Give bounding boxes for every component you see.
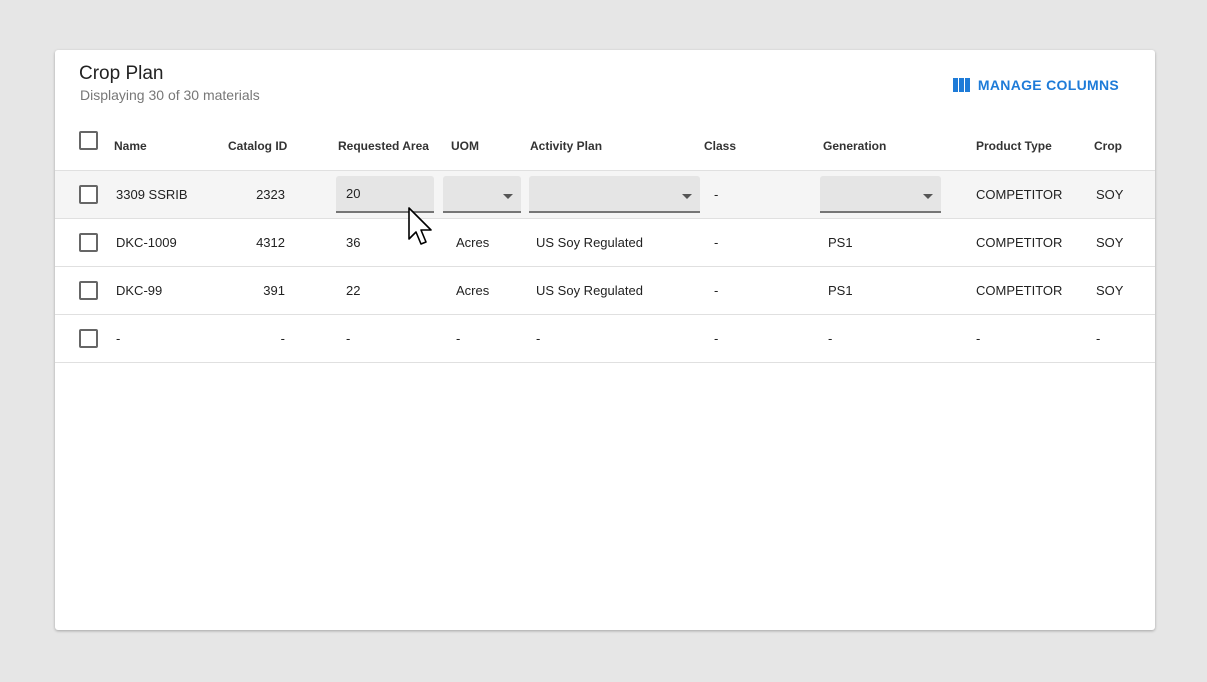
column-header-requested-area[interactable]: Requested Area xyxy=(338,122,429,170)
cell-name: 3309 SSRIB xyxy=(116,187,188,202)
cell-catalog-id: 4312 xyxy=(256,235,285,250)
view-column-icon xyxy=(952,78,970,92)
row-checkbox[interactable] xyxy=(79,281,98,300)
row-checkbox[interactable] xyxy=(79,329,98,348)
generation-select[interactable] xyxy=(820,176,941,213)
cell-crop: - xyxy=(1096,331,1101,346)
cell-name: - xyxy=(116,331,121,346)
table-row[interactable]: 3309 SSRIB 2323 20 - COMPETITOR SOY xyxy=(55,171,1155,219)
column-header-product-type[interactable]: Product Type xyxy=(976,122,1052,170)
column-header-activity-plan[interactable]: Activity Plan xyxy=(530,122,602,170)
arrow-drop-down-icon xyxy=(923,194,933,199)
arrow-drop-down-icon xyxy=(503,194,513,199)
table-row[interactable]: DKC-99 391 22 Acres US Soy Regulated - P… xyxy=(55,267,1155,315)
manage-columns-label: MANAGE COLUMNS xyxy=(977,77,1119,93)
cell-uom: Acres xyxy=(456,283,490,298)
cell-generation: PS1 xyxy=(828,283,853,298)
column-header-generation[interactable]: Generation xyxy=(823,122,886,170)
cell-class: - xyxy=(714,331,719,346)
uom-select[interactable] xyxy=(443,176,521,213)
mouse-pointer-icon xyxy=(408,207,432,245)
cell-product-type: COMPETITOR xyxy=(976,235,1063,250)
row-checkbox[interactable] xyxy=(79,233,98,252)
page-title: Crop Plan xyxy=(79,63,164,84)
cell-product-type: COMPETITOR xyxy=(976,283,1063,298)
cell-requested-area: - xyxy=(346,331,351,346)
cell-name: DKC-1009 xyxy=(116,235,177,250)
cell-product-type: COMPETITOR xyxy=(976,187,1063,202)
cell-activity-plan: - xyxy=(536,331,541,346)
cell-generation: PS1 xyxy=(828,235,853,250)
select-all-checkbox[interactable] xyxy=(79,131,98,150)
column-header-uom[interactable]: UOM xyxy=(451,122,479,170)
manage-columns-button[interactable]: MANAGE COLUMNS xyxy=(952,77,1119,93)
arrow-drop-down-icon xyxy=(682,194,692,199)
cell-activity-plan: US Soy Regulated xyxy=(536,235,643,250)
table-row[interactable]: DKC-1009 4312 36 Acres US Soy Regulated … xyxy=(55,219,1155,267)
cell-requested-area: 36 xyxy=(346,235,361,250)
row-checkbox[interactable] xyxy=(79,185,98,204)
column-header-crop[interactable]: Crop xyxy=(1094,122,1122,170)
activity-plan-select[interactable] xyxy=(529,176,700,213)
cell-name: DKC-99 xyxy=(116,283,163,298)
cell-crop: SOY xyxy=(1096,187,1124,202)
materials-count: Displaying 30 of 30 materials xyxy=(80,87,260,103)
cell-uom: Acres xyxy=(456,235,490,250)
crop-plan-card: Crop Plan Displaying 30 of 30 materials … xyxy=(55,50,1155,630)
cell-generation: - xyxy=(828,331,833,346)
column-header-name[interactable]: Name xyxy=(114,122,147,170)
cell-class: - xyxy=(714,283,719,298)
column-header-class[interactable]: Class xyxy=(704,122,736,170)
cell-product-type: - xyxy=(976,331,981,346)
cell-class: - xyxy=(714,187,719,202)
requested-area-value: 20 xyxy=(346,186,361,201)
cell-activity-plan: US Soy Regulated xyxy=(536,283,643,298)
table-row[interactable]: - - - - - - - - - xyxy=(55,315,1155,363)
cell-class: - xyxy=(714,235,719,250)
table-header: Name Catalog ID Requested Area UOM Activ… xyxy=(55,122,1155,171)
column-header-catalog-id[interactable]: Catalog ID xyxy=(228,122,287,170)
cell-crop: SOY xyxy=(1096,283,1124,298)
cell-catalog-id: 391 xyxy=(263,283,285,298)
cell-requested-area: 22 xyxy=(346,283,361,298)
cell-crop: SOY xyxy=(1096,235,1124,250)
cell-uom: - xyxy=(456,331,461,346)
cell-catalog-id: 2323 xyxy=(256,187,285,202)
cell-catalog-id: - xyxy=(280,331,285,346)
